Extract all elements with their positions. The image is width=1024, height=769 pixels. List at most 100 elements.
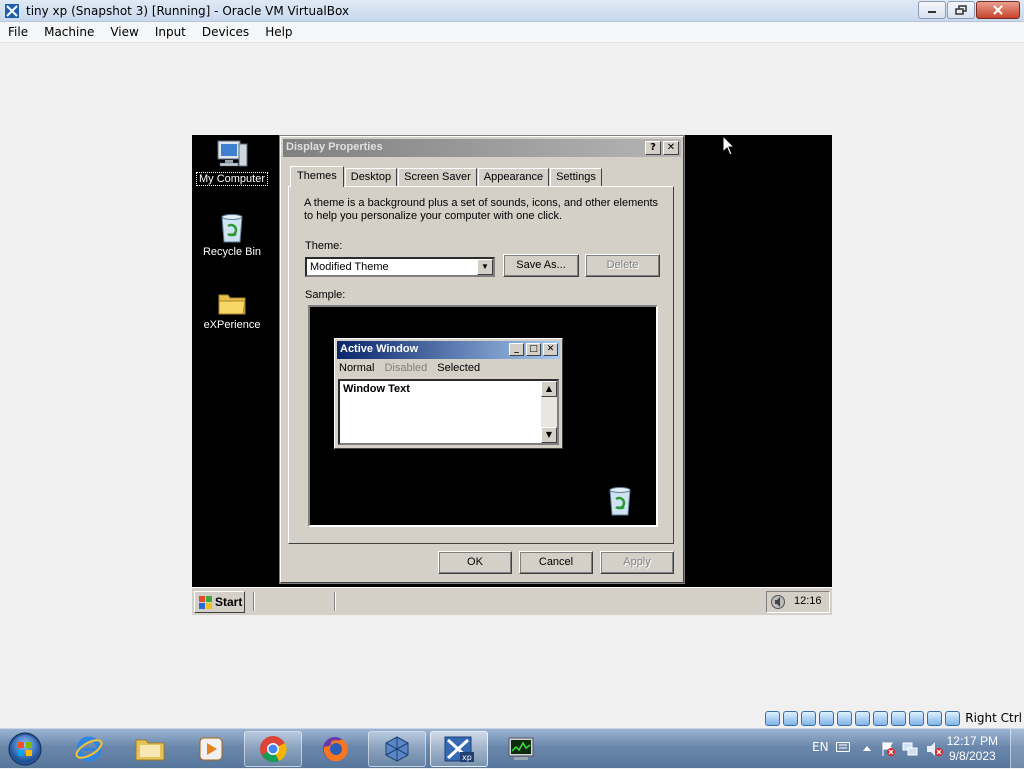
menu-view[interactable]: View: [102, 22, 146, 43]
scroll-down-icon: ▼: [541, 427, 557, 443]
help-button[interactable]: ?: [645, 141, 661, 155]
language-indicator[interactable]: EN: [812, 740, 829, 754]
host-taskbar: xp EN 12:17 PM 9/8/2023: [0, 728, 1024, 769]
usb-icon[interactable]: [837, 710, 853, 726]
guest-screen[interactable]: My Computer Recycle Bin eXPerience Displ…: [192, 135, 832, 615]
taskbar-file-explorer[interactable]: [121, 731, 179, 767]
menu-input[interactable]: Input: [147, 22, 194, 43]
menu-file[interactable]: File: [0, 22, 36, 43]
guest-taskbar: Start 12:16: [192, 587, 832, 615]
close-button[interactable]: [976, 1, 1020, 19]
tab-settings[interactable]: Settings: [550, 168, 602, 186]
optical-drive-icon[interactable]: [783, 710, 799, 726]
audio-icon[interactable]: [801, 710, 817, 726]
dialog-title: Display Properties: [286, 141, 383, 153]
taskbar-virtual-machine[interactable]: xp: [430, 731, 488, 767]
minimize-button[interactable]: [918, 1, 946, 19]
sample-menu-normal: Normal: [339, 362, 375, 374]
scroll-up-icon: ▲: [541, 381, 557, 397]
sample-window-body: Window Text ▲ ▼: [338, 379, 559, 445]
guest-system-tray: 12:16: [766, 591, 830, 613]
recycle-bin-icon: [221, 214, 243, 243]
tab-desktop[interactable]: Desktop: [344, 168, 398, 186]
sample-title: Active Window: [340, 343, 419, 355]
my-computer-icon: [217, 140, 248, 167]
theme-label: Theme:: [305, 240, 343, 252]
sample-minimize-icon: _: [509, 343, 524, 356]
dialog-title-bar[interactable]: Display Properties ? ✕: [283, 139, 681, 157]
hard-disk-icon[interactable]: [765, 710, 781, 726]
desktop-icon-label: Recycle Bin: [202, 246, 262, 258]
desktop-icon-recycle-bin[interactable]: Recycle Bin: [192, 212, 272, 258]
volume-muted-icon[interactable]: [926, 741, 944, 757]
show-hidden-icons-icon[interactable]: [862, 744, 872, 752]
firefox-icon: [323, 737, 348, 762]
desktop-icon-my-computer[interactable]: My Computer: [192, 138, 272, 186]
media-player-icon: [199, 737, 223, 761]
apply-button[interactable]: Apply: [600, 551, 674, 574]
keyboard-icon[interactable]: [836, 742, 850, 752]
internet-explorer-icon: [75, 736, 103, 762]
tab-themes[interactable]: Themes: [290, 166, 344, 187]
windows-flag-icon: [199, 596, 212, 609]
sample-menu: Normal Disabled Selected: [339, 362, 480, 374]
keyboard-capture-icon[interactable]: [945, 710, 961, 726]
shared-folders-icon[interactable]: [855, 710, 871, 726]
display-properties-dialog: Display Properties ? ✕ Themes Desktop Sc…: [279, 135, 685, 584]
theme-select[interactable]: Modified Theme ▼: [305, 257, 495, 277]
volume-icon: [771, 595, 785, 609]
mouse-integration-icon[interactable]: [927, 710, 943, 726]
svg-text:xp: xp: [462, 753, 472, 762]
taskbar-virtualbox[interactable]: [368, 731, 426, 767]
virtualization-icon[interactable]: [909, 710, 925, 726]
mouse-cursor-icon: [722, 135, 736, 156]
host-menu-bar: File Machine View Input Devices Help: [0, 22, 1024, 43]
windows-start-orb-icon[interactable]: [5, 731, 45, 767]
restore-icon: [955, 5, 967, 15]
restore-button[interactable]: [947, 1, 975, 19]
taskbar-firefox[interactable]: [306, 731, 364, 767]
sample-close-icon: ✕: [543, 343, 558, 356]
taskbar-media-player[interactable]: [182, 731, 240, 767]
chrome-icon: [260, 736, 287, 763]
cancel-button[interactable]: Cancel: [519, 551, 593, 574]
recording-icon[interactable]: [891, 710, 907, 726]
sample-recycle-bin-icon: [609, 487, 631, 516]
taskbar-separator: [334, 592, 336, 611]
sample-label: Sample:: [305, 289, 346, 301]
virtualbox-app-icon: [5, 4, 19, 18]
sample-title-bar: Active Window _ □ ✕: [337, 341, 560, 359]
start-button[interactable]: Start: [194, 591, 245, 613]
sample-active-window: Active Window _ □ ✕ Normal Disabled Sele…: [334, 338, 563, 449]
display-icon[interactable]: [873, 710, 889, 726]
sample-menu-disabled: Disabled: [384, 362, 428, 374]
taskbar-internet-explorer[interactable]: [60, 731, 118, 767]
ok-button[interactable]: OK: [438, 551, 512, 574]
save-as-button[interactable]: Save As...: [503, 254, 579, 277]
network-icon[interactable]: [819, 710, 835, 726]
start-label: Start: [215, 595, 243, 609]
show-desktop-button[interactable]: [1010, 729, 1024, 769]
network-status-icon[interactable]: [902, 741, 920, 757]
tab-screen-saver[interactable]: Screen Saver: [398, 168, 477, 186]
close-icon: [993, 5, 1003, 15]
menu-machine[interactable]: Machine: [36, 22, 102, 43]
desktop-icon-experience[interactable]: eXPerience: [192, 289, 272, 331]
task-manager-icon: [508, 737, 534, 760]
dialog-close-button[interactable]: ✕: [663, 141, 679, 155]
theme-description: A theme is a background plus a set of so…: [304, 197, 659, 222]
sample-window-text: Window Text: [343, 383, 410, 395]
tab-appearance[interactable]: Appearance: [477, 168, 550, 186]
host-clock[interactable]: 12:17 PM 9/8/2023: [947, 734, 998, 764]
menu-help[interactable]: Help: [257, 22, 300, 43]
taskbar-task-manager[interactable]: [492, 731, 550, 767]
window-title: tiny xp (Snapshot 3) [Running] - Oracle …: [26, 4, 350, 18]
host-key-label: Right Ctrl: [965, 711, 1022, 725]
action-center-icon[interactable]: [880, 741, 896, 757]
delete-button[interactable]: Delete: [585, 254, 660, 277]
taskbar-chrome[interactable]: [244, 731, 302, 767]
chevron-down-icon[interactable]: ▼: [477, 259, 493, 275]
menu-devices[interactable]: Devices: [194, 22, 257, 43]
folder-icon: [218, 294, 246, 315]
theme-sample-preview: Active Window _ □ ✕ Normal Disabled Sele…: [308, 305, 658, 527]
